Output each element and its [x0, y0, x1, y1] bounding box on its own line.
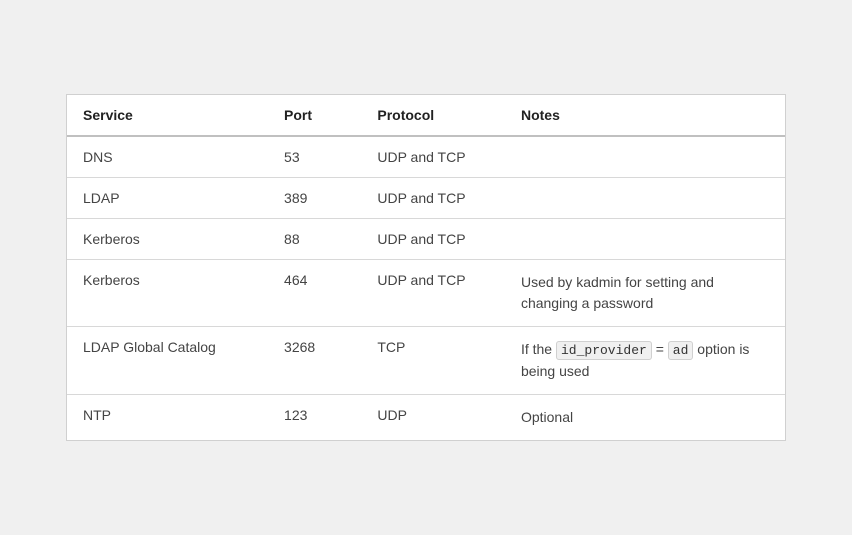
- cell-port: 53: [268, 136, 361, 178]
- notes-text: Used by kadmin for setting and changing …: [521, 274, 714, 311]
- cell-notes: Optional: [505, 394, 785, 440]
- cell-service: LDAP Global Catalog: [67, 327, 268, 395]
- cell-notes: [505, 219, 785, 260]
- header-service: Service: [67, 95, 268, 136]
- header-protocol: Protocol: [361, 95, 505, 136]
- cell-protocol: UDP and TCP: [361, 136, 505, 178]
- cell-port: 123: [268, 394, 361, 440]
- cell-notes: [505, 178, 785, 219]
- code-ad: ad: [668, 341, 694, 360]
- services-table-container: Service Port Protocol Notes DNS53UDP and…: [66, 94, 786, 441]
- cell-port: 3268: [268, 327, 361, 395]
- cell-port: 464: [268, 260, 361, 327]
- notes-text: Optional: [521, 409, 573, 425]
- cell-protocol: TCP: [361, 327, 505, 395]
- cell-service: Kerberos: [67, 219, 268, 260]
- cell-port: 88: [268, 219, 361, 260]
- table-row: Kerberos88UDP and TCP: [67, 219, 785, 260]
- code-id-provider: id_provider: [556, 341, 652, 360]
- table-row: Kerberos464UDP and TCP Used by kadmin for…: [67, 260, 785, 327]
- table-header-row: Service Port Protocol Notes: [67, 95, 785, 136]
- cell-service: NTP: [67, 394, 268, 440]
- header-port: Port: [268, 95, 361, 136]
- header-notes: Notes: [505, 95, 785, 136]
- cell-service: LDAP: [67, 178, 268, 219]
- cell-port: 389: [268, 178, 361, 219]
- table-row: DNS53UDP and TCP: [67, 136, 785, 178]
- cell-protocol: UDP: [361, 394, 505, 440]
- table-row: NTP123UDP Optional: [67, 394, 785, 440]
- cell-service: DNS: [67, 136, 268, 178]
- cell-service: Kerberos: [67, 260, 268, 327]
- cell-notes: Used by kadmin for setting and changing …: [505, 260, 785, 327]
- cell-protocol: UDP and TCP: [361, 260, 505, 327]
- table-row: LDAP Global Catalog3268TCP If the id_prov…: [67, 327, 785, 395]
- services-table: Service Port Protocol Notes DNS53UDP and…: [67, 95, 785, 440]
- notes-text: If the id_provider = ad option is being …: [521, 341, 749, 379]
- table-row: LDAP389UDP and TCP: [67, 178, 785, 219]
- cell-protocol: UDP and TCP: [361, 178, 505, 219]
- cell-notes: [505, 136, 785, 178]
- cell-protocol: UDP and TCP: [361, 219, 505, 260]
- cell-notes: If the id_provider = ad option is being …: [505, 327, 785, 395]
